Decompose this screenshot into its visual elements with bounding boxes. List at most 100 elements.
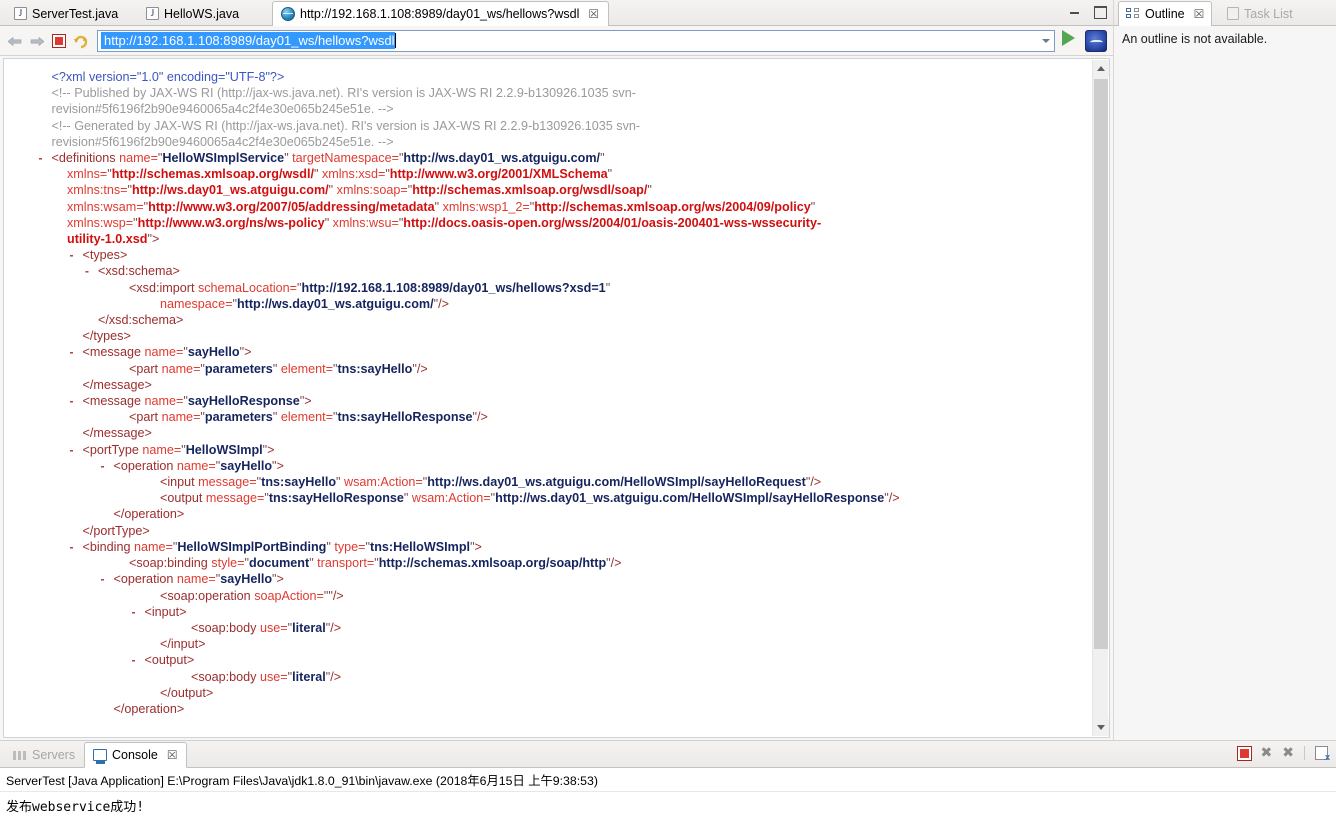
console-output-text[interactable]: 发布webservice成功! — [0, 792, 1336, 819]
outline-panel-tab-2[interactable]: Task List — [1220, 1, 1300, 26]
browser-toolbar: http://192.168.1.108:8989/day01_ws/hello… — [0, 26, 1113, 56]
xml-token-tg: /> — [330, 669, 342, 684]
collapse-toggle-icon[interactable]: - — [85, 263, 89, 279]
xml-token-vb: http://ws.day01_ws.atguigu.com/HelloWSIm… — [495, 491, 885, 506]
collapse-toggle-icon[interactable]: - — [132, 652, 136, 668]
xml-viewer: <?xml version="1.0" encoding="UTF-8"?> <!… — [3, 58, 1110, 738]
xml-line: </input> — [160, 636, 1090, 652]
xml-token-tg: /> — [332, 588, 344, 603]
back-arrow-icon[interactable] — [4, 30, 26, 52]
remove-all-terminated-button[interactable]: ✖ — [1282, 745, 1294, 761]
maximize-icon[interactable] — [1093, 5, 1107, 19]
xml-token-vb: tns:sayHello — [337, 361, 413, 376]
xml-token-tg: <output> — [144, 653, 195, 668]
xml-line: </types> — [83, 328, 1091, 344]
xml-token-qt: " — [607, 167, 613, 182]
xml-token-vb: http://192.168.1.108:8989/day01_ws/hello… — [301, 280, 606, 295]
collapse-toggle-icon[interactable]: - — [70, 442, 74, 458]
xml-token-vl: http://schemas.xmlsoap.org/wsdl/soap/ — [412, 183, 648, 198]
xml-line: </xsd:schema> — [98, 312, 1090, 328]
address-bar[interactable]: http://192.168.1.108:8989/day01_ws/hello… — [97, 29, 1055, 52]
xml-token-vb: tns:sayHelloResponse — [268, 491, 404, 506]
close-icon[interactable]: ☒ — [588, 7, 599, 21]
collapse-toggle-icon[interactable]: - — [70, 539, 74, 555]
refresh-glyph — [74, 35, 88, 48]
xml-token-at: schemaLocation= — [197, 280, 298, 295]
minimize-icon[interactable] — [1068, 5, 1082, 18]
editor-tab-3[interactable]: http://192.168.1.108:8989/day01_ws/hello… — [272, 1, 610, 27]
xml-line: <soap:body use="literal"/> — [191, 620, 1090, 636]
xml-token-vb: sayHello — [220, 572, 273, 587]
xml-vertical-scrollbar[interactable] — [1092, 60, 1109, 736]
go-triangle-glyph — [1062, 29, 1075, 46]
xml-token-vb: document — [249, 556, 310, 571]
collapse-toggle-icon[interactable]: - — [70, 393, 74, 409]
console-tab-2[interactable]: Console ☒ — [84, 742, 187, 768]
xml-line: - <operation name="sayHello"> — [101, 571, 1091, 587]
xml-token-at: name= — [176, 572, 216, 587]
console-tab-label: Servers — [32, 748, 76, 762]
editor-tab-2[interactable]: J HelloWS.java — [138, 1, 248, 26]
collapse-toggle-icon[interactable]: - — [70, 247, 74, 263]
go-play-icon[interactable] — [1058, 29, 1080, 52]
xml-token-at: style= — [211, 556, 245, 571]
xml-token-cm: revision#5f6196f2b90e9460065a4c2f4e30e06… — [51, 134, 394, 149]
collapse-toggle-icon[interactable]: - — [70, 344, 74, 360]
xml-token-vb: HelloWSImpl — [185, 442, 263, 457]
xml-token-at: message= — [205, 491, 265, 506]
xml-content[interactable]: <?xml version="1.0" encoding="UTF-8"?> <!… — [4, 69, 1090, 737]
xml-line: xmlns:wsam="http://www.w3.org/2007/05/ad… — [67, 199, 1090, 215]
console-icon — [93, 749, 107, 764]
clear-console-button[interactable] — [1315, 746, 1330, 762]
xml-token-at: namespace= — [160, 296, 233, 311]
scroll-up-icon[interactable] — [1093, 60, 1109, 77]
xml-token-vb: sayHello — [187, 345, 240, 360]
xml-token-at: xmlns:wsp1_2= — [442, 199, 530, 214]
eclipse-ide-window: J ServerTest.java J HelloWS.java http://192.… — [0, 0, 1336, 825]
xml-token-vb: http://ws.day01_ws.atguigu.com/ — [403, 151, 601, 166]
scrollbar-thumb[interactable] — [1094, 79, 1108, 649]
xml-token-tg: > — [276, 572, 284, 587]
open-in-browser-icon[interactable] — [1085, 29, 1107, 52]
close-icon[interactable]: ☒ — [167, 748, 178, 762]
close-icon[interactable]: ☒ — [1194, 7, 1205, 21]
xml-token-tg: <soap:operation — [160, 588, 255, 603]
console-tab-1[interactable]: Servers — [5, 742, 83, 768]
collapse-toggle-icon[interactable]: - — [101, 458, 105, 474]
xml-line: - <message name="sayHello"> — [70, 344, 1091, 360]
terminate-button[interactable] — [1237, 746, 1251, 760]
remove-launch-button[interactable]: ✖ — [1261, 745, 1273, 761]
xml-token-vb: tns:HelloWSImpl — [370, 539, 471, 554]
xml-token-tg: <operation — [113, 572, 177, 587]
xml-line: - <xsd:schema> — [85, 263, 1090, 279]
refresh-icon[interactable] — [70, 30, 92, 52]
scroll-down-icon[interactable] — [1093, 719, 1109, 736]
address-input-value[interactable]: http://192.168.1.108:8989/day01_ws/hello… — [101, 32, 395, 49]
xml-token-at: xmlns:wsp= — [67, 215, 134, 230]
collapse-toggle-icon[interactable]: - — [132, 604, 136, 620]
collapse-toggle-icon[interactable]: - — [101, 571, 105, 587]
editor-area: J ServerTest.java J HelloWS.java http://192.… — [0, 0, 1113, 740]
xml-token-tg: </message> — [82, 377, 152, 392]
console-tab-bar: Servers Console ☒ — [0, 741, 1336, 768]
outline-panel-tab-1[interactable]: Outline ☒ — [1118, 1, 1213, 27]
chevron-down-icon[interactable] — [1037, 31, 1054, 51]
stop-icon[interactable] — [48, 30, 70, 52]
xml-token-at: wsam:Action= — [411, 491, 491, 506]
xml-line: - <input> — [132, 604, 1091, 620]
xml-token-tg: </xsd:schema> — [98, 313, 184, 328]
xml-token-qt: " — [434, 199, 443, 214]
collapse-toggle-icon[interactable]: - — [39, 150, 43, 166]
forward-arrow-icon[interactable] — [26, 30, 48, 52]
xml-token-tg: <soap:binding — [129, 556, 212, 571]
xml-token-decl: <?xml version="1.0" encoding="UTF-8"?> — [51, 70, 285, 84]
xml-token-tg: <xsd:schema> — [98, 264, 180, 279]
xml-token-tg: </portType> — [82, 523, 150, 538]
editor-tab-bar: J ServerTest.java J HelloWS.java http://192.… — [0, 0, 1113, 27]
forward-arrow-glyph — [30, 36, 44, 46]
console-toolbar: ✖ ✖ — [1237, 745, 1330, 762]
xml-token-at: name= — [176, 458, 216, 473]
editor-tab-1[interactable]: J ServerTest.java — [6, 1, 127, 26]
xml-line: <?xml version="1.0" encoding="UTF-8"?> — [52, 69, 1091, 85]
xml-token-tg: <soap:body — [191, 669, 260, 684]
